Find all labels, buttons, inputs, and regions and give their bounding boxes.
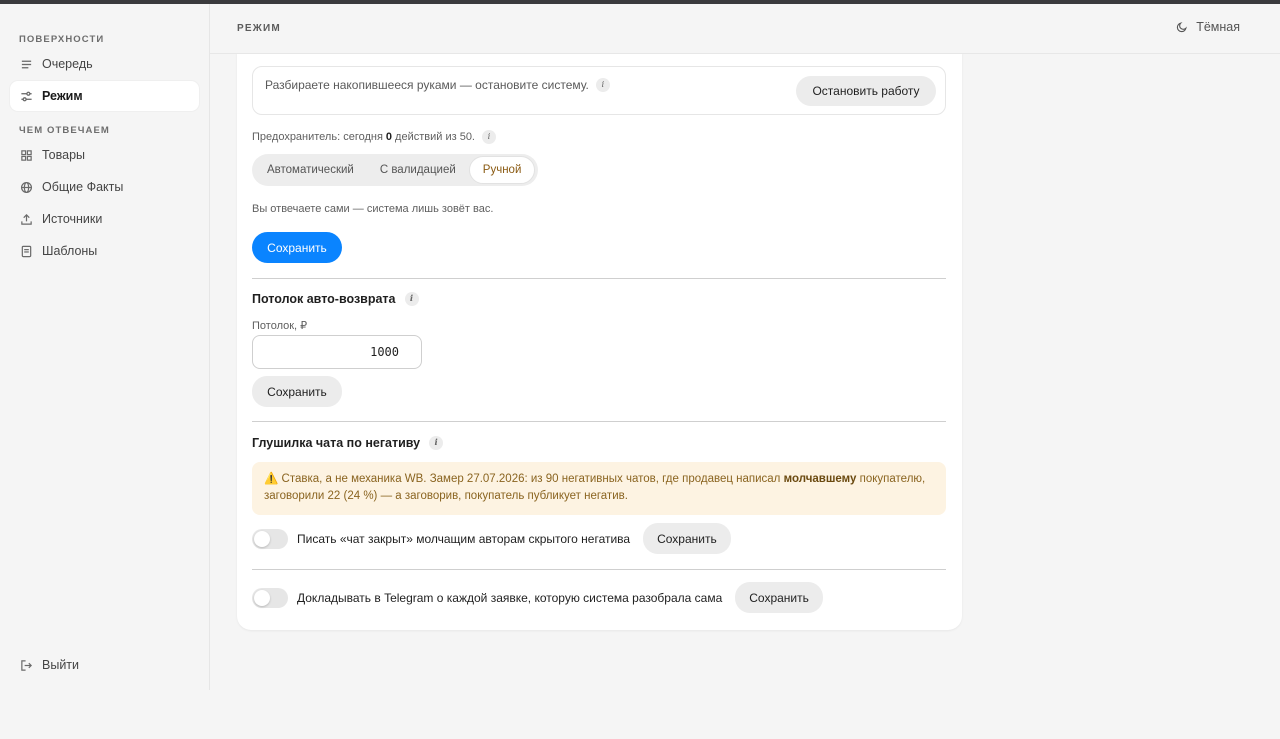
mode-description: Вы отвечаете сами — система лишь зовёт в… bbox=[252, 203, 494, 215]
logout-icon bbox=[19, 658, 33, 672]
grid-icon bbox=[19, 148, 33, 162]
telegram-toggle-label: Докладывать в Telegram о каждой заявке, … bbox=[297, 590, 723, 605]
mute-toggle-row: Писать «чат закрыт» молчащим авторам скр… bbox=[252, 523, 731, 554]
page-header: РЕЖИМ Тёмная bbox=[210, 4, 1280, 54]
save-mute-button[interactable]: Сохранить bbox=[643, 523, 731, 554]
theme-label: Тёмная bbox=[1196, 20, 1240, 34]
refund-field-label: Потолок, ₽ bbox=[252, 320, 308, 332]
sidebar-item-label: Источники bbox=[42, 212, 103, 226]
sidebar-item-label: Очередь bbox=[42, 57, 93, 71]
sidebar-item-queue[interactable]: Очередь bbox=[10, 49, 199, 79]
mute-chat-toggle[interactable] bbox=[252, 528, 288, 549]
sidebar-item-products[interactable]: Товары bbox=[10, 140, 199, 170]
sidebar-item-templates[interactable]: Шаблоны bbox=[10, 236, 199, 266]
mode-option-auto[interactable]: Автоматический bbox=[254, 156, 367, 184]
mute-title-text: Глушилка чата по негативу bbox=[252, 436, 421, 450]
sidebar-section-surfaces: ПОВЕРХНОСТИ bbox=[19, 34, 105, 45]
sidebar: ПОВЕРХНОСТИ Очередь Режим ЧЕМ ОТВЕЧАЕМ Т… bbox=[0, 4, 210, 690]
fuse-suffix: действий из 50. bbox=[395, 131, 475, 143]
divider bbox=[252, 278, 946, 279]
theme-toggle-button[interactable]: Тёмная bbox=[1176, 20, 1240, 34]
warning-banner: ⚠️ Ставка, а не механика WB. Замер 27.07… bbox=[252, 462, 946, 515]
stop-system-text: Разбираете накопившееся руками — останов… bbox=[265, 78, 610, 92]
fuse-prefix: Предохранитель: сегодня bbox=[252, 131, 383, 143]
list-icon bbox=[19, 57, 33, 71]
moon-icon bbox=[1177, 22, 1188, 33]
save-refund-button[interactable]: Сохранить bbox=[252, 376, 342, 407]
logout-button[interactable]: Выйти bbox=[10, 650, 79, 680]
info-icon[interactable]: i bbox=[482, 130, 496, 144]
divider bbox=[252, 421, 946, 422]
divider bbox=[252, 569, 946, 570]
stop-work-button[interactable]: Остановить работу bbox=[796, 76, 936, 106]
sidebar-item-label: Шаблоны bbox=[42, 244, 98, 258]
mode-segmented-control: Автоматический С валидацией Ручной bbox=[252, 154, 538, 186]
sidebar-item-label: Общие Факты bbox=[42, 180, 124, 194]
mute-section-title: Глушилка чата по негативу i bbox=[252, 436, 444, 450]
stop-system-box: Разбираете накопившееся руками — останов… bbox=[252, 66, 946, 115]
telegram-toggle-row: Докладывать в Telegram о каждой заявке, … bbox=[252, 582, 823, 613]
sidebar-section-answers: ЧЕМ ОТВЕЧАЕМ bbox=[19, 125, 110, 136]
sidebar-item-label: Режим bbox=[42, 89, 83, 103]
document-icon bbox=[19, 244, 33, 258]
sidebar-item-facts[interactable]: Общие Факты bbox=[10, 172, 199, 202]
globe-icon bbox=[19, 180, 33, 194]
upload-icon bbox=[19, 212, 33, 226]
mode-option-manual[interactable]: Ручной bbox=[468, 156, 536, 184]
sliders-icon bbox=[19, 89, 33, 103]
info-icon[interactable]: i bbox=[404, 292, 419, 306]
page-title: РЕЖИМ bbox=[237, 23, 281, 34]
refund-section-title: Потолок авто-возврата i bbox=[252, 292, 419, 306]
save-mode-button[interactable]: Сохранить bbox=[252, 232, 342, 263]
info-icon[interactable]: i bbox=[429, 436, 444, 450]
settings-card: Разбираете накопившееся руками — останов… bbox=[237, 40, 962, 630]
sidebar-item-label: Товары bbox=[42, 148, 85, 162]
save-telegram-button[interactable]: Сохранить bbox=[735, 582, 823, 613]
refund-ceiling-input[interactable] bbox=[252, 335, 422, 369]
warning-text-part1: ⚠️ Ставка, а не механика WB. Замер 27.07… bbox=[264, 473, 781, 485]
info-icon[interactable]: i bbox=[595, 78, 610, 92]
mute-toggle-label: Писать «чат закрыт» молчащим авторам скр… bbox=[297, 531, 631, 546]
fuse-count: 0 bbox=[385, 131, 393, 143]
fuse-status: Предохранитель: сегодня 0 действий из 50… bbox=[252, 130, 496, 144]
mode-option-validation[interactable]: С валидацией bbox=[367, 156, 469, 184]
sidebar-item-sources[interactable]: Источники bbox=[10, 204, 199, 234]
telegram-report-toggle[interactable] bbox=[252, 587, 288, 608]
warning-text-bold: молчавшему bbox=[783, 473, 857, 485]
refund-title-text: Потолок авто-возврата bbox=[252, 292, 396, 306]
stop-system-hint: Разбираете накопившееся руками — останов… bbox=[265, 78, 589, 92]
sidebar-item-mode[interactable]: Режим bbox=[10, 81, 199, 111]
logout-label: Выйти bbox=[42, 658, 80, 672]
